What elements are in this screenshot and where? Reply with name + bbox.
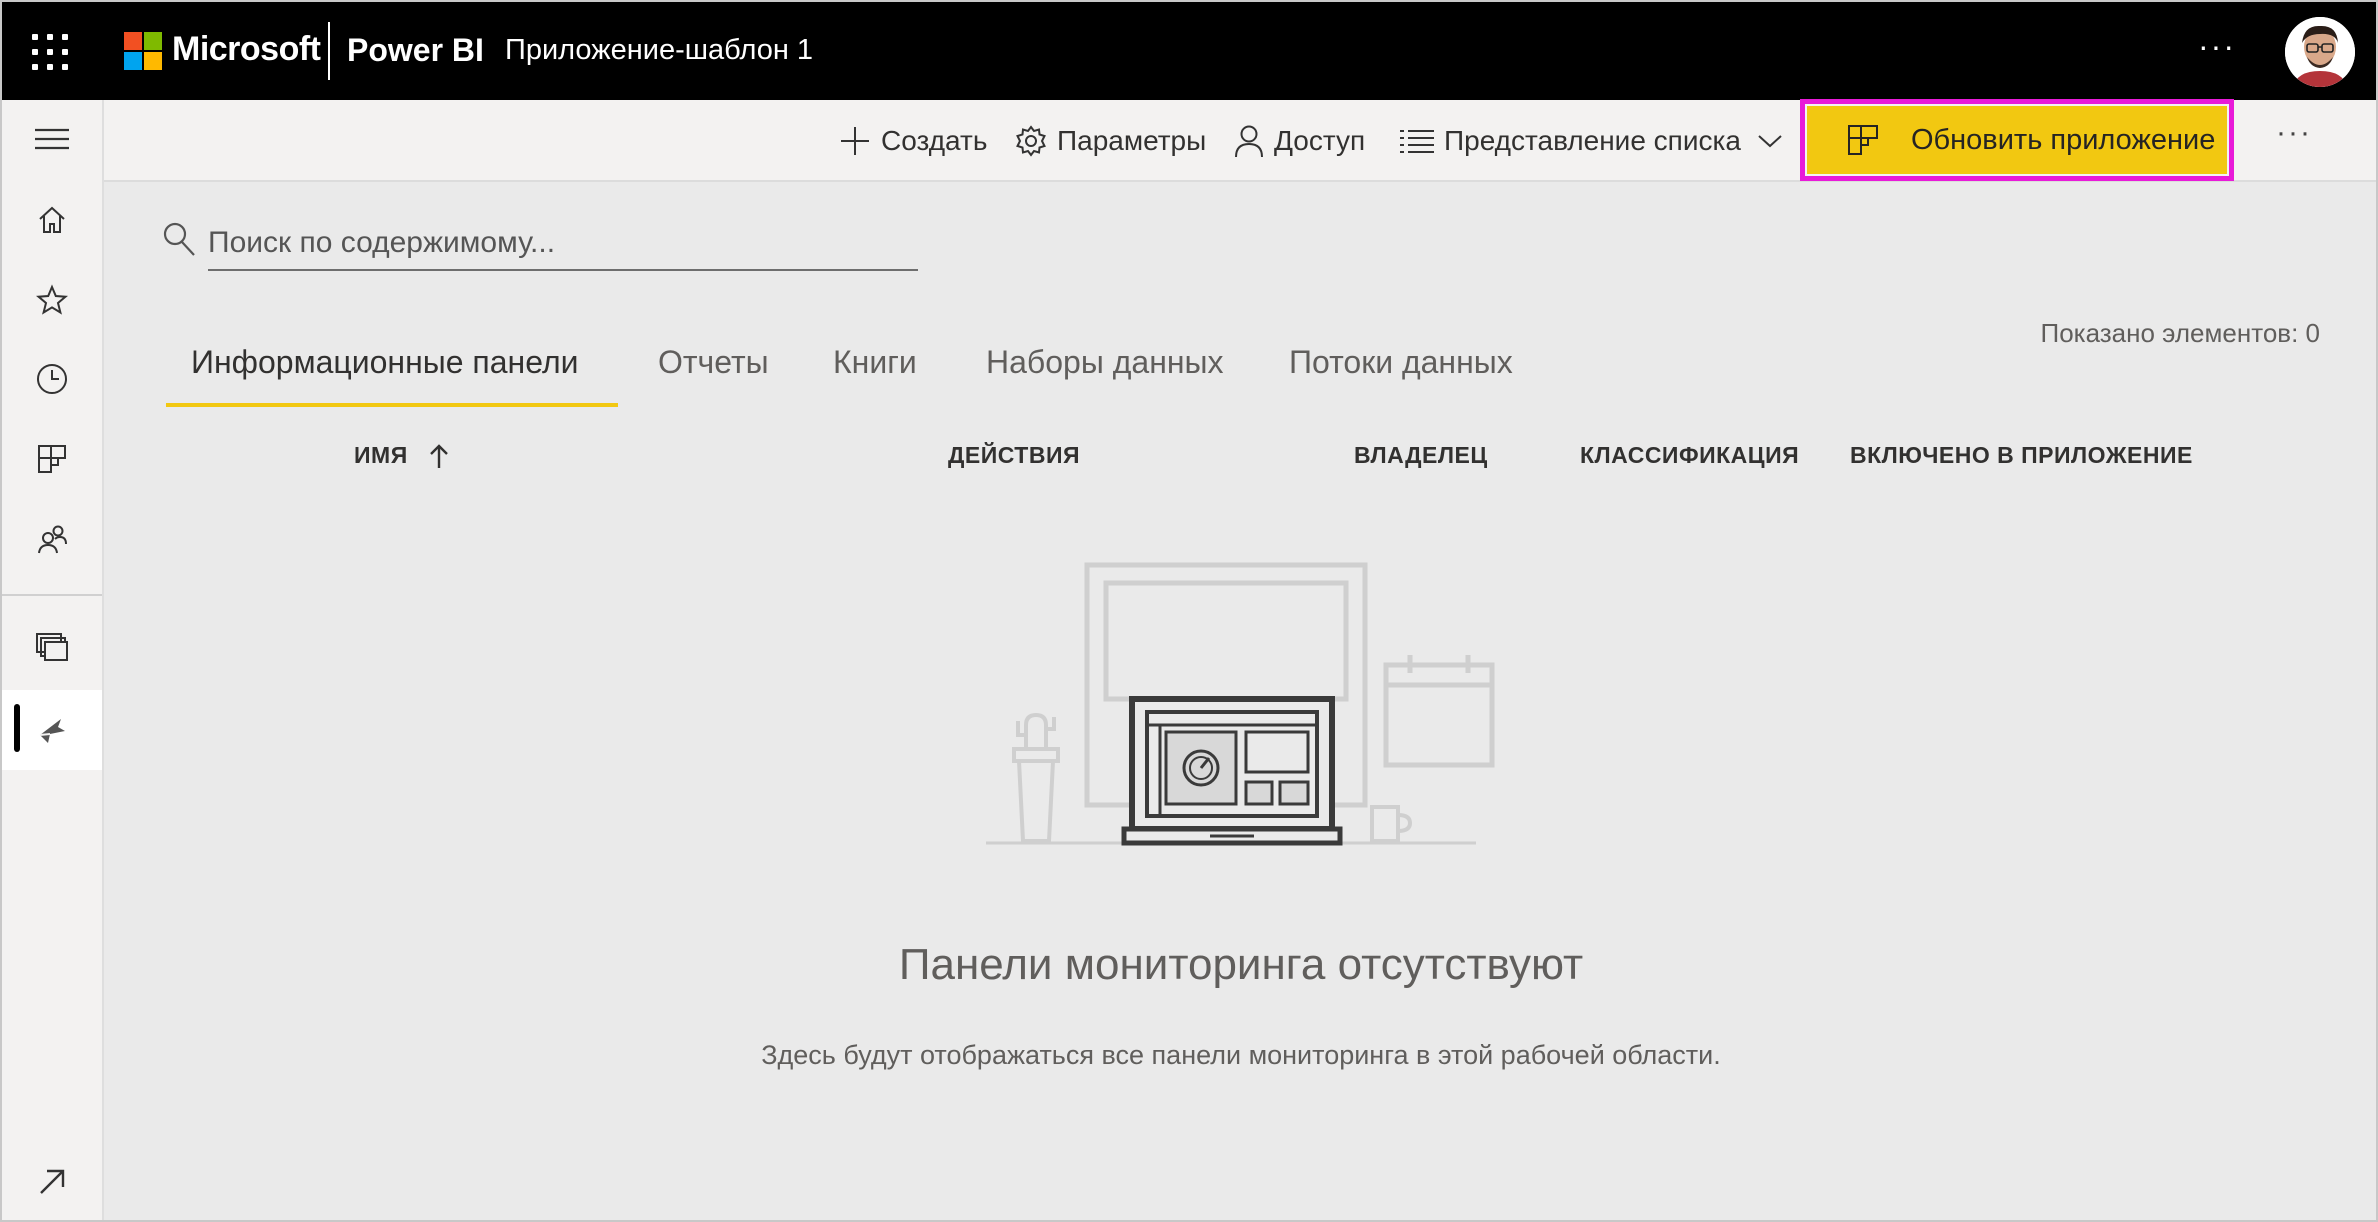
settings-button[interactable]: Параметры [1015,122,1206,160]
chevron-down-icon [1758,135,1782,148]
column-header-included-in-app[interactable]: ВКЛЮЧЕНО В ПРИЛОЖЕНИЕ [1850,442,2193,469]
empty-dashboard-illustration [986,562,1495,846]
app-window: Microsoft Power BI Приложение-шаблон 1 ·… [0,0,2378,1222]
tab-reports[interactable]: Отчеты [658,344,769,404]
expand-arrow-icon[interactable] [2,1152,102,1212]
column-header-classification[interactable]: КЛАССИФИКАЦИЯ [1580,442,1799,469]
column-name-label: ИМЯ [354,442,408,468]
app-launcher-icon[interactable] [32,34,68,70]
list-view-icon [1400,130,1434,153]
search-box [162,217,918,273]
toolbar-more-icon[interactable]: ··· [2276,116,2312,150]
list-view-dropdown[interactable]: Представление списка [1400,122,1793,160]
home-icon[interactable] [2,190,102,250]
person-icon [1235,125,1263,158]
items-count: Показано элементов: 0 [2040,318,2321,348]
list-view-label: Представление списка [1444,125,1741,156]
settings-button-label: Параметры [1057,125,1207,156]
rail-divider [2,594,102,596]
shared-with-me-icon[interactable] [2,509,102,569]
app-tiles-icon [1848,125,1878,155]
apps-icon[interactable] [2,429,102,489]
brand-name: Microsoft [172,30,321,68]
active-tab-indicator [166,403,618,407]
tab-datasets[interactable]: Наборы данных [986,344,1224,404]
empty-state-description: Здесь будут отображаться все панели мони… [761,1040,1721,1070]
update-app-label: Обновить приложение [1911,123,2216,156]
header-more-icon[interactable]: ··· [2198,28,2236,65]
access-button[interactable]: Доступ [1234,122,1365,160]
access-button-label: Доступ [1274,125,1366,156]
top-bar: Microsoft Power BI Приложение-шаблон 1 ·… [2,2,2376,100]
column-header-name[interactable]: ИМЯ [354,442,450,469]
header-divider [328,22,330,80]
sort-ascending-icon [429,443,448,468]
plus-icon [841,127,869,155]
current-workspace-icon[interactable] [2,700,102,760]
tab-workbooks[interactable]: Книги [833,344,917,404]
create-button[interactable]: Создать [839,122,987,160]
create-button-label: Создать [881,125,988,156]
avatar[interactable] [2285,17,2355,87]
tab-dataflows[interactable]: Потоки данных [1289,344,1513,404]
product-name[interactable]: Power BI [347,32,484,69]
app-title: Приложение-шаблон 1 [505,34,814,66]
hamburger-menu-icon[interactable] [2,109,102,169]
search-icon [163,222,195,256]
favorites-star-icon[interactable] [2,270,102,330]
workspaces-icon[interactable] [2,618,102,678]
gear-icon [1016,125,1046,157]
microsoft-logo-icon [124,32,162,70]
recent-clock-icon[interactable] [2,349,102,409]
column-header-owner[interactable]: ВЛАДЕЛЕЦ [1354,442,1488,469]
column-header-actions: ДЕЙСТВИЯ [948,442,1081,468]
empty-state-title: Панели мониторинга отсутствуют [898,940,1584,989]
update-app-button[interactable]: Обновить приложение [1807,106,2227,174]
tab-dashboards[interactable]: Информационные панели [191,344,579,404]
search-input[interactable] [208,217,918,271]
